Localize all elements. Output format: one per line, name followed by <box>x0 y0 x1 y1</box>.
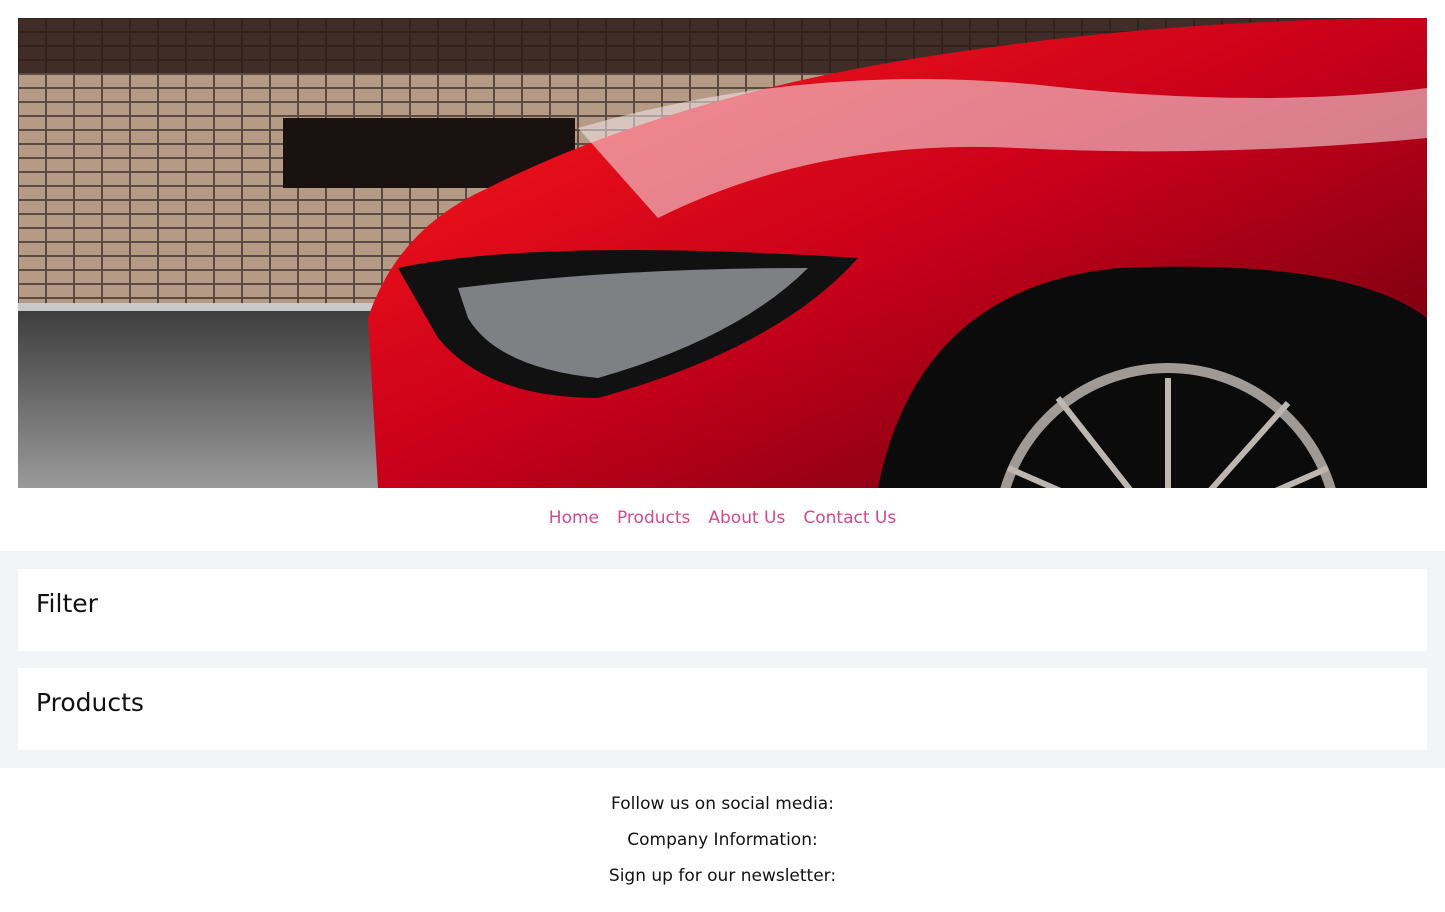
newsletter-text: Sign up for our newsletter: <box>608 866 837 886</box>
site-footer: Follow us on social media: Company Infor… <box>0 768 1445 912</box>
products-heading: Products <box>36 688 144 717</box>
nav-home-link[interactable]: Home <box>549 506 599 530</box>
filter-heading: Filter <box>36 589 98 618</box>
nav-contact-us-link[interactable]: Contact Us <box>803 506 896 530</box>
hero-image <box>18 18 1427 488</box>
site-header: Home Products About Us Contact Us <box>0 0 1445 551</box>
filter-panel: Filter <box>18 569 1427 651</box>
nav-about-us-link[interactable]: About Us <box>708 506 785 530</box>
main-content: Filter Products <box>0 551 1445 768</box>
nav-products-link[interactable]: Products <box>617 506 690 530</box>
main-nav: Home Products About Us Contact Us <box>0 506 1445 530</box>
company-info-text: Company Information: <box>627 830 818 850</box>
social-media-text: Follow us on social media: <box>611 794 834 814</box>
products-panel: Products <box>18 668 1427 750</box>
